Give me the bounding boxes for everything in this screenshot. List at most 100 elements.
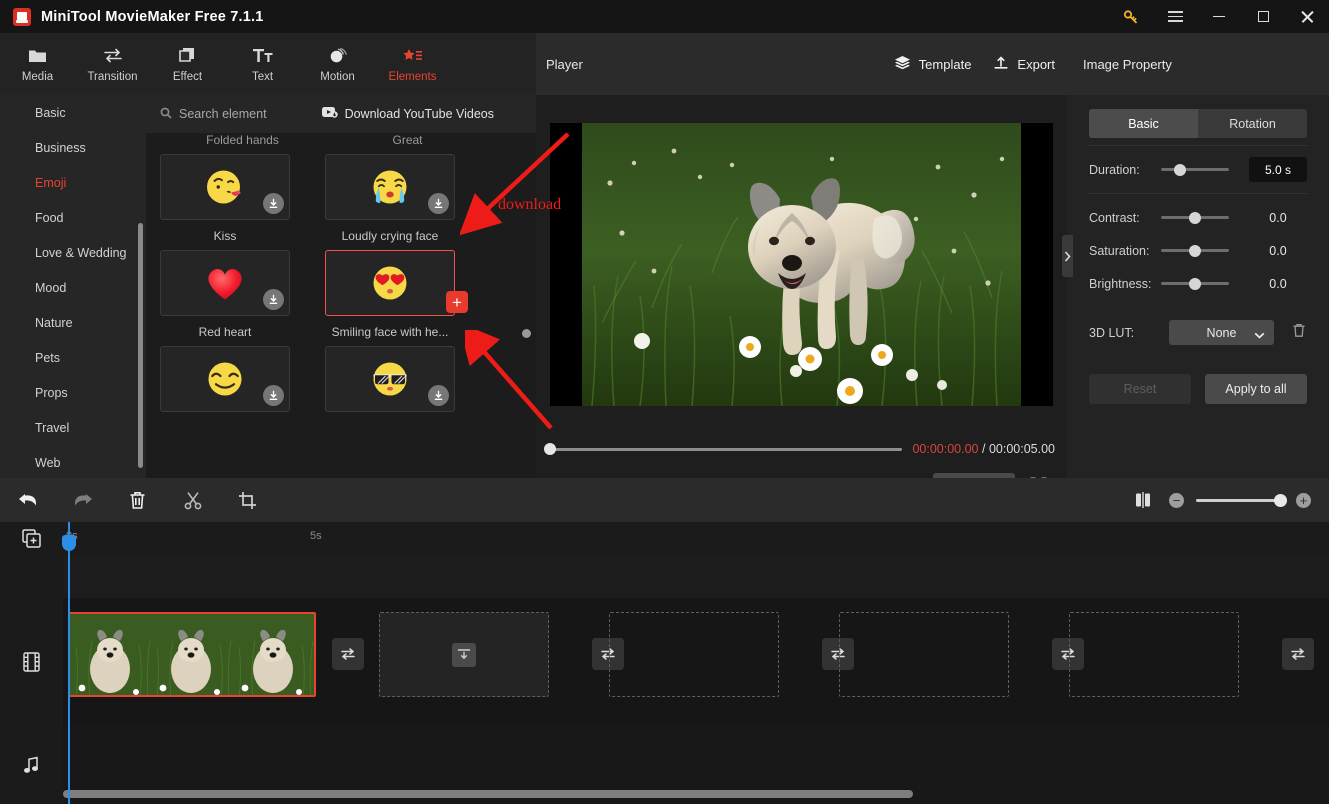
duration-slider[interactable] xyxy=(1161,163,1229,176)
tab-transition[interactable]: Transition xyxy=(75,33,150,95)
category-travel[interactable]: Travel xyxy=(0,410,146,445)
brightness-slider[interactable] xyxy=(1161,277,1229,290)
ruler-label: 5s xyxy=(310,530,322,542)
apply-to-all-button[interactable]: Apply to all xyxy=(1205,374,1307,404)
zoom-in-button[interactable]: + xyxy=(1296,492,1311,508)
category-web[interactable]: Web xyxy=(0,445,146,478)
category-food[interactable]: Food xyxy=(0,200,146,235)
split-button[interactable] xyxy=(165,478,220,522)
motion-circle-icon xyxy=(328,46,348,66)
close-icon[interactable] xyxy=(1285,0,1329,33)
elements-scrollbar[interactable] xyxy=(522,329,531,338)
video-track[interactable] xyxy=(63,598,1329,726)
lut-select[interactable]: None xyxy=(1169,320,1274,345)
elements-grid[interactable]: Folded hands Great Kiss Loudly crying fa… xyxy=(146,133,536,478)
tab-text[interactable]: Text xyxy=(225,33,300,95)
folder-icon xyxy=(28,46,47,66)
contrast-handle[interactable] xyxy=(1189,211,1201,224)
category-scrollbar[interactable] xyxy=(138,223,143,468)
saturation-slider[interactable] xyxy=(1161,244,1229,257)
export-button[interactable]: Export xyxy=(993,55,1055,74)
property-buttons: Reset Apply to all xyxy=(1089,374,1307,404)
tab-rotation[interactable]: Rotation xyxy=(1198,109,1307,138)
reset-button[interactable]: Reset xyxy=(1089,374,1191,404)
add-media-button[interactable] xyxy=(0,522,63,556)
zoom-handle[interactable] xyxy=(1274,493,1287,507)
element-tile-kiss[interactable] xyxy=(160,154,290,220)
tab-motion[interactable]: Motion xyxy=(300,33,375,95)
duration-value[interactable]: 5.0 s xyxy=(1249,157,1307,182)
element-download-button[interactable] xyxy=(428,193,449,214)
search-placeholder: Search element xyxy=(179,107,267,121)
brightness-handle[interactable] xyxy=(1189,277,1201,290)
lut-delete-button[interactable] xyxy=(1292,323,1306,343)
download-youtube-button[interactable]: Download YouTube Videos xyxy=(321,105,494,123)
text-track[interactable] xyxy=(63,556,1329,598)
element-download-button[interactable] xyxy=(263,193,284,214)
category-nature[interactable]: Nature xyxy=(0,305,146,340)
media-placeholder-slot-1[interactable] xyxy=(379,612,549,697)
seek-handle[interactable] xyxy=(544,443,556,455)
element-add-button[interactable]: + xyxy=(446,291,468,313)
transition-slot-1[interactable] xyxy=(332,638,364,670)
hamburger-menu-icon[interactable] xyxy=(1153,0,1197,33)
audio-track-header[interactable] xyxy=(0,726,63,804)
property-header: Image Property xyxy=(1067,33,1329,95)
tab-basic[interactable]: Basic xyxy=(1089,109,1198,138)
duration-label: Duration: xyxy=(1089,162,1140,177)
undo-button[interactable] xyxy=(0,478,55,522)
playhead[interactable] xyxy=(62,522,76,804)
category-pets[interactable]: Pets xyxy=(0,340,146,375)
category-basic[interactable]: Basic xyxy=(0,95,146,130)
zoom-out-button[interactable]: − xyxy=(1169,492,1184,508)
element-tile-loudly-crying[interactable] xyxy=(325,154,455,220)
category-love-wedding[interactable]: Love & Wedding xyxy=(0,235,146,270)
search-input[interactable]: Search element xyxy=(160,107,267,122)
category-business[interactable]: Business xyxy=(0,130,146,165)
element-tile-smiling-closed-eyes[interactable] xyxy=(160,346,290,412)
seek-slider[interactable] xyxy=(544,443,903,455)
text-track-header[interactable] xyxy=(0,556,63,598)
element-tile-red-heart[interactable] xyxy=(160,250,290,316)
annotation-label-download: download xyxy=(498,196,562,213)
video-track-header[interactable] xyxy=(0,598,63,726)
contrast-slider[interactable] xyxy=(1161,211,1229,224)
delete-button[interactable] xyxy=(110,478,165,522)
maximize-icon[interactable] xyxy=(1241,0,1285,33)
duration-handle[interactable] xyxy=(1174,163,1186,176)
video-preview-area[interactable] xyxy=(536,95,1067,433)
element-download-button[interactable] xyxy=(428,385,449,406)
redo-button[interactable] xyxy=(55,478,110,522)
element-download-button[interactable] xyxy=(263,289,284,310)
timeline-scrollbar[interactable] xyxy=(63,790,1329,798)
playhead-handle[interactable] xyxy=(62,535,76,551)
element-download-button[interactable] xyxy=(263,385,284,406)
transition-slot-5[interactable] xyxy=(1282,638,1314,670)
category-props[interactable]: Props xyxy=(0,375,146,410)
element-tile-sunglasses-face[interactable] xyxy=(325,346,455,412)
panel-collapse-button[interactable] xyxy=(1062,235,1073,277)
tab-effect[interactable]: Effect xyxy=(150,33,225,95)
timeline-ruler[interactable]: 0s 5s xyxy=(63,522,1329,556)
split-view-icon[interactable] xyxy=(1129,478,1157,522)
video-clip-selected[interactable] xyxy=(68,612,316,697)
main-toolbar: Media Transition Effect Text Motion Elem… xyxy=(0,33,536,95)
tab-media[interactable]: Media xyxy=(0,33,75,95)
transition-arrows-icon xyxy=(103,46,123,66)
media-placeholder-slot-4[interactable] xyxy=(1069,612,1239,697)
timeline-scroll-thumb[interactable] xyxy=(63,790,913,798)
zoom-slider[interactable] xyxy=(1196,493,1287,507)
tab-label: Motion xyxy=(320,70,355,83)
template-button[interactable]: Template xyxy=(894,55,971,73)
timeline-zoom-controls: − + xyxy=(1129,478,1311,522)
element-tile-smiling-face-with-hearts[interactable]: + xyxy=(325,250,468,316)
key-icon[interactable] xyxy=(1109,0,1153,33)
media-placeholder-slot-2[interactable] xyxy=(609,612,779,697)
tab-elements[interactable]: Elements xyxy=(375,33,450,95)
category-mood[interactable]: Mood xyxy=(0,270,146,305)
crop-button[interactable] xyxy=(220,478,275,522)
category-emoji[interactable]: Emoji xyxy=(0,165,146,200)
media-placeholder-slot-3[interactable] xyxy=(839,612,1009,697)
saturation-handle[interactable] xyxy=(1189,244,1201,257)
minimize-icon[interactable] xyxy=(1197,0,1241,33)
